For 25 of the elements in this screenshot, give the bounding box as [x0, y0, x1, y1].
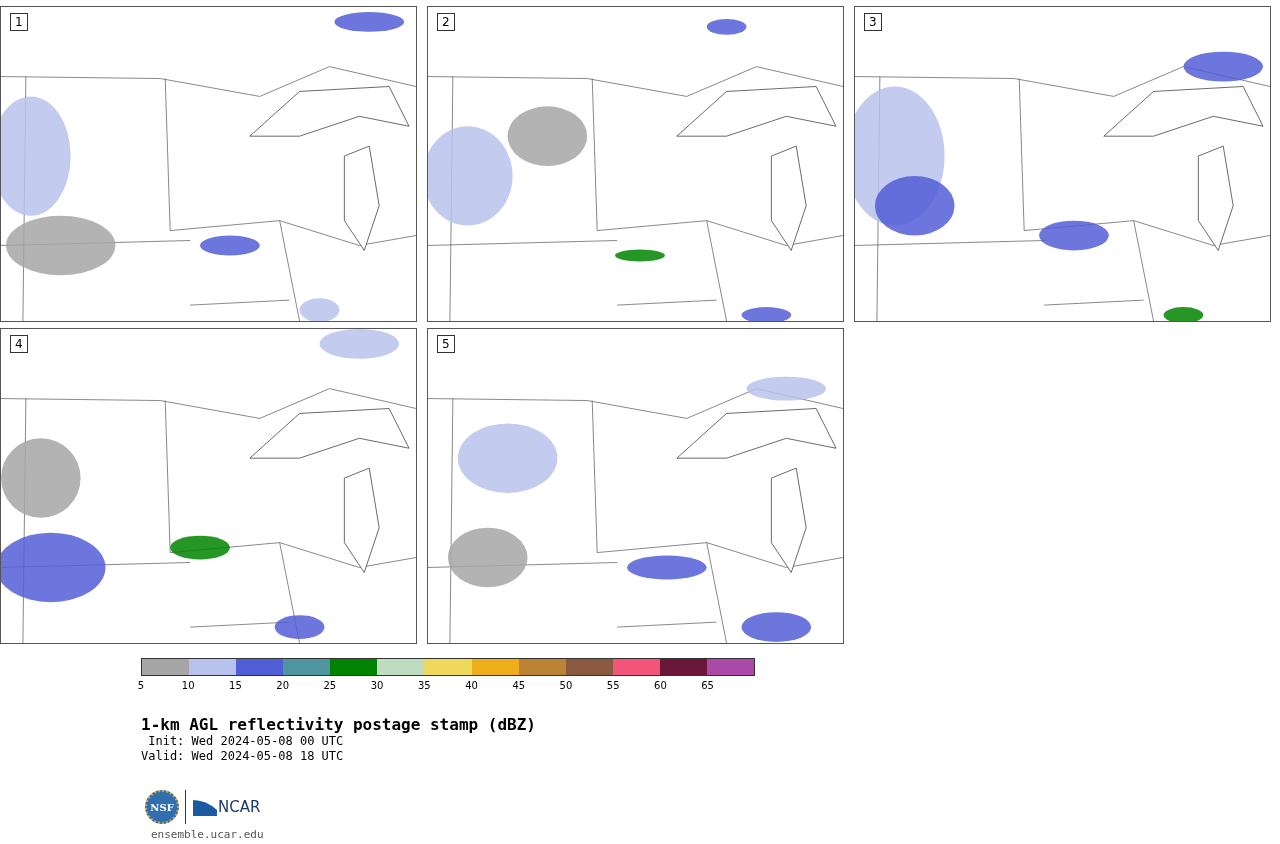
colorbar-tick-label: 40 [464, 680, 479, 691]
colorbar-tick-label: 65 [700, 680, 715, 691]
panel-number: 1 [10, 13, 28, 31]
colorbar-tick-label: 20 [275, 680, 290, 691]
valid-time: Valid: Wed 2024-05-08 18 UTC [141, 749, 345, 764]
init-time: Init: Wed 2024-05-08 00 UTC [147, 734, 345, 749]
panel-number: 3 [864, 13, 882, 31]
panel-number: 4 [10, 335, 28, 353]
panel-number: 2 [437, 13, 455, 31]
nsf-logo: NSF [145, 790, 179, 824]
colorbar-tick-label: 5 [136, 680, 146, 691]
ncar-logo-text: NCAR [218, 798, 261, 816]
colorbar-tick-label: 30 [369, 680, 385, 691]
ncar-logo-icon [192, 798, 218, 816]
colorbar-tick-label: 10 [180, 680, 196, 691]
colorbar-tick-label: 25 [322, 680, 338, 691]
colorbar-tick-label: 50 [558, 680, 574, 691]
colorbar-tick-label: 60 [653, 680, 668, 691]
chart-title: 1-km AGL reflectivity postage stamp (dBZ) [141, 715, 537, 734]
colorbar-tick-label: 15 [228, 680, 243, 691]
panel-number: 5 [437, 335, 455, 353]
colorbar-tick-label: 55 [605, 680, 621, 691]
website-link[interactable]: ensemble.ucar.edu [151, 828, 1280, 841]
colorbar-tick-label: 35 [416, 680, 432, 691]
colorbar-tick-label: 45 [511, 680, 527, 691]
